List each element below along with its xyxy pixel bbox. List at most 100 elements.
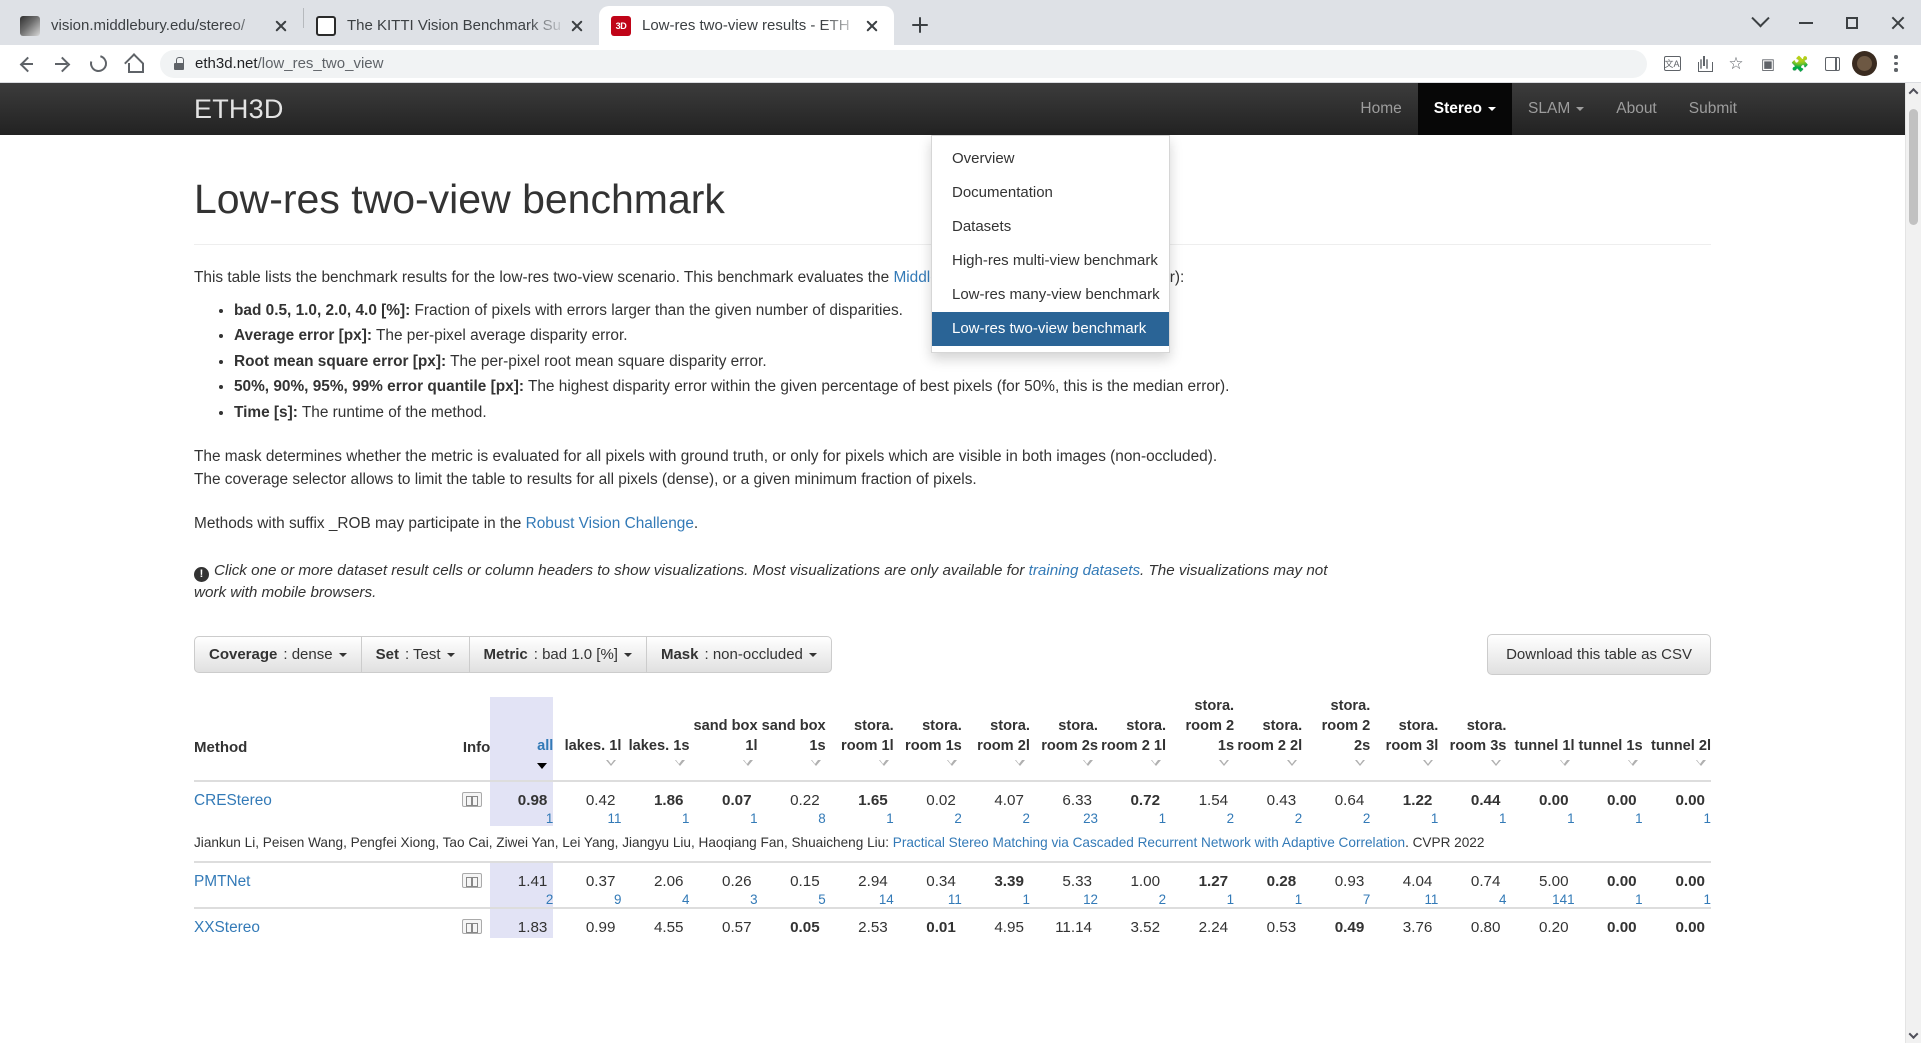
column-header-stora-room-1s[interactable]: stora. room 1s	[894, 697, 962, 756]
column-header-tunnel-1l[interactable]: tunnel 1l	[1506, 697, 1575, 756]
column-header-sand-box-1l[interactable]: sand box 1l	[690, 697, 758, 756]
column-header-stora-room-2-2s[interactable]: stora. room 2 2s	[1302, 697, 1371, 756]
chevron-down-icon[interactable]	[1737, 0, 1783, 45]
column-header-stora-room-2-1l[interactable]: stora. room 2 1l	[1098, 697, 1166, 756]
nav-item-stereo[interactable]: Stereo	[1417, 83, 1513, 135]
result-cell[interactable]: 0.26	[689, 860, 758, 892]
minimize-icon[interactable]	[1783, 0, 1829, 45]
result-cell[interactable]: 2.53	[825, 906, 894, 938]
result-cell[interactable]: 0.22	[757, 780, 826, 812]
column-header-lakes-1s[interactable]: lakes. 1s	[621, 697, 690, 756]
result-cell[interactable]: 0.42	[553, 780, 622, 812]
set-filter-button[interactable]: Set: Test	[360, 636, 470, 674]
info-cell[interactable]	[414, 906, 491, 938]
result-cell[interactable]: 0.72	[1097, 780, 1167, 812]
result-cell[interactable]: 1.41	[490, 860, 554, 892]
menu-item-low-res-many-view-benchmark[interactable]: Low-res many-view benchmark	[932, 278, 1169, 312]
robust-vision-challenge-link[interactable]: Robust Vision Challenge	[526, 515, 694, 532]
result-cell[interactable]: 0.98	[490, 780, 554, 812]
download-csv-button[interactable]: Download this table as CSV	[1487, 634, 1711, 676]
maximize-icon[interactable]	[1829, 0, 1875, 45]
info-cell[interactable]	[414, 780, 491, 812]
sort-toggle-14[interactable]	[1438, 756, 1506, 781]
column-header-stora-room-3l[interactable]: stora. room 3l	[1370, 697, 1439, 756]
method-name-link[interactable]: XXStereo	[194, 906, 415, 938]
nav-item-slam[interactable]: SLAM	[1512, 83, 1600, 135]
translate-icon[interactable]: 文A	[1657, 49, 1687, 79]
sort-toggle-12[interactable]	[1302, 756, 1370, 781]
result-cell[interactable]: 0.07	[689, 780, 758, 812]
result-cell[interactable]: 2.94	[825, 860, 894, 892]
result-cell[interactable]: 0.37	[553, 860, 622, 892]
result-cell[interactable]: 1.22	[1370, 780, 1439, 812]
result-cell[interactable]: 0.01	[893, 906, 962, 938]
sort-toggle-2[interactable]	[621, 756, 689, 781]
result-cell[interactable]: 3.39	[961, 860, 1030, 892]
result-cell[interactable]: 0.00	[1506, 780, 1575, 812]
column-header-method[interactable]: Method	[194, 697, 415, 756]
method-name-link[interactable]: CREStereo	[194, 780, 415, 812]
result-cell[interactable]: 3.52	[1097, 906, 1167, 938]
scroll-down-icon[interactable]	[1906, 1027, 1921, 1043]
result-cell[interactable]: 0.44	[1438, 780, 1507, 812]
training-datasets-link[interactable]: training datasets	[1029, 562, 1140, 579]
result-cell[interactable]: 5.33	[1029, 860, 1098, 892]
mask-filter-button[interactable]: Mask: non-occluded	[645, 636, 832, 674]
result-cell[interactable]: 0.57	[689, 906, 758, 938]
result-cell[interactable]: 0.74	[1438, 860, 1507, 892]
close-icon[interactable]	[271, 16, 291, 36]
result-cell[interactable]: 0.64	[1302, 780, 1371, 812]
chrome-menu-icon[interactable]	[1881, 49, 1911, 79]
method-info-icon[interactable]	[462, 792, 483, 808]
result-cell[interactable]: 0.20	[1506, 906, 1575, 938]
result-cell[interactable]: 0.00	[1642, 906, 1711, 938]
result-cell[interactable]: 1.54	[1166, 780, 1235, 812]
sort-toggle-6[interactable]	[894, 756, 962, 781]
result-cell[interactable]: 4.55	[621, 906, 690, 938]
result-cell[interactable]: 0.80	[1438, 906, 1507, 938]
result-cell[interactable]: 0.05	[757, 906, 826, 938]
browser-tab-2[interactable]: 3D Low-res two-view results - ETH	[599, 6, 894, 45]
result-cell[interactable]: 3.76	[1370, 906, 1439, 938]
result-cell[interactable]: 1.86	[621, 780, 690, 812]
menu-item-high-res-multi-view-benchmark[interactable]: High-res multi-view benchmark	[932, 244, 1169, 278]
method-info-icon[interactable]	[462, 918, 483, 934]
sort-toggle-8[interactable]	[1030, 756, 1098, 781]
nav-item-submit[interactable]: Submit	[1673, 83, 1753, 135]
sort-toggle-1[interactable]	[553, 756, 621, 781]
menu-item-documentation[interactable]: Documentation	[932, 176, 1169, 210]
column-header-tunnel-1s[interactable]: tunnel 1s	[1575, 697, 1643, 756]
sort-toggle-7[interactable]	[962, 756, 1030, 781]
menu-item-low-res-two-view-benchmark[interactable]: Low-res two-view benchmark	[932, 312, 1169, 346]
side-panel-icon[interactable]	[1817, 49, 1847, 79]
result-cell[interactable]: 0.00	[1574, 780, 1643, 812]
result-cell[interactable]: 6.33	[1029, 780, 1098, 812]
avatar[interactable]	[1849, 49, 1879, 79]
column-header-stora-room-2-1s[interactable]: stora. room 2 1s	[1166, 697, 1234, 756]
extensions-puzzle-icon[interactable]: 🧩	[1785, 49, 1815, 79]
sort-toggle-13[interactable]	[1370, 756, 1438, 781]
info-cell[interactable]	[414, 860, 491, 892]
share-icon[interactable]	[1689, 49, 1719, 79]
sort-toggle-10[interactable]	[1166, 756, 1234, 781]
metric-filter-button[interactable]: Metric: bad 1.0 [%]	[468, 636, 647, 674]
browser-tab-0[interactable]: vision.middlebury.edu/stereo/	[8, 6, 303, 45]
column-header-stora-room-2s[interactable]: stora. room 2s	[1030, 697, 1098, 756]
result-cell[interactable]: 2.24	[1166, 906, 1235, 938]
scroll-up-icon[interactable]	[1906, 83, 1921, 99]
address-bar[interactable]: eth3d.net/low_res_two_view	[160, 49, 1647, 78]
pocket-icon[interactable]: ▣	[1753, 49, 1783, 79]
page-scrollbar[interactable]	[1905, 83, 1921, 1043]
result-cell[interactable]: 1.83	[490, 906, 554, 938]
result-cell[interactable]: 2.06	[621, 860, 690, 892]
nav-item-about[interactable]: About	[1600, 83, 1673, 135]
sort-toggle-11[interactable]	[1234, 756, 1302, 781]
home-icon[interactable]	[118, 48, 150, 80]
column-header-tunnel-2l[interactable]: tunnel 2l	[1643, 697, 1711, 756]
citation-paper-link[interactable]: Practical Stereo Matching via Cascaded R…	[893, 835, 1405, 850]
close-icon[interactable]	[862, 16, 882, 36]
nav-item-home[interactable]: Home	[1344, 83, 1417, 135]
sort-toggle-5[interactable]	[826, 756, 894, 781]
result-cell[interactable]: 1.27	[1166, 860, 1235, 892]
sort-toggle-3[interactable]	[690, 756, 758, 781]
